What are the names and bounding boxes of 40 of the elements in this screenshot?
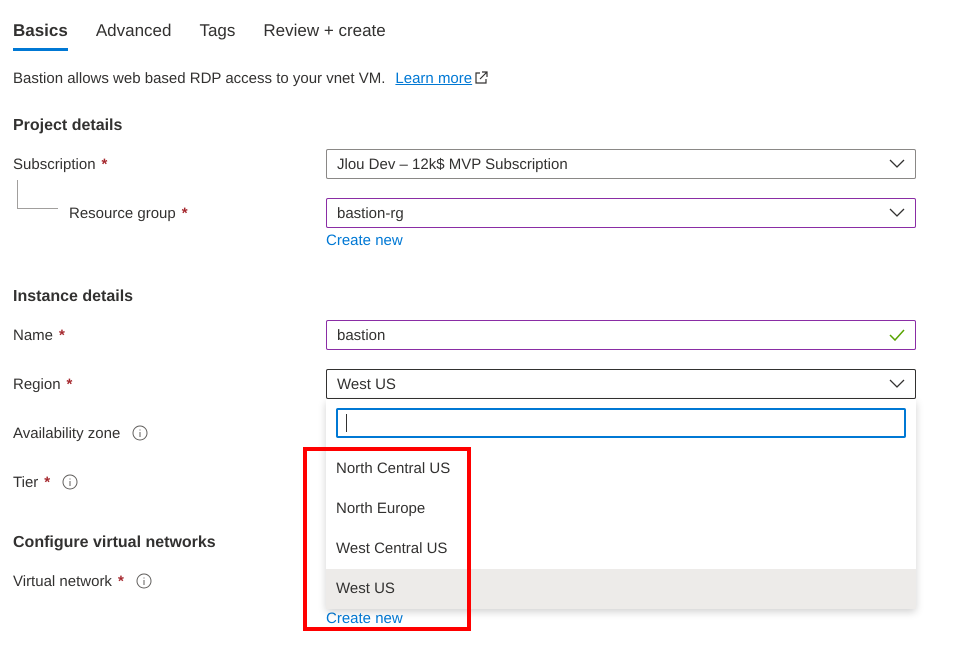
intro-text: Bastion allows web based RDP access to your vnet VM. — [13, 70, 386, 86]
info-icon[interactable] — [136, 573, 152, 589]
required-mark: * — [118, 572, 124, 590]
create-new-link[interactable]: Create new — [326, 609, 916, 629]
field-label: Virtual network — [13, 572, 112, 590]
dropdown-field[interactable]: bastion-rg — [326, 198, 916, 228]
external-link-icon — [474, 71, 488, 85]
tab[interactable]: Tags — [199, 20, 236, 51]
field-label: Region — [13, 376, 61, 392]
required-mark: * — [102, 156, 108, 172]
chevron-down-icon — [889, 159, 905, 169]
tab[interactable]: Review + create — [263, 20, 386, 51]
section-heading: Project details — [13, 116, 122, 136]
field-label: Availability zone — [13, 424, 120, 442]
learn-more-link[interactable]: Learn more — [395, 70, 472, 86]
info-icon[interactable] — [132, 425, 148, 441]
required-mark: * — [44, 474, 50, 490]
tab[interactable]: Basics — [13, 20, 68, 51]
dropdown-field[interactable]: Jlou Dev – 12k$ MVP Subscription — [326, 149, 916, 179]
dropdown-option[interactable]: West US — [326, 569, 916, 609]
dropdown-option[interactable]: North Central US — [326, 449, 916, 489]
required-mark: * — [182, 204, 188, 222]
text-field[interactable]: bastion — [326, 320, 916, 350]
info-icon[interactable] — [62, 474, 78, 490]
section-heading: Configure virtual networks — [13, 533, 216, 553]
required-mark: * — [59, 326, 65, 344]
section-heading: Instance details — [13, 287, 134, 307]
required-mark: * — [66, 376, 72, 392]
create-new-link[interactable]: Create new — [326, 231, 916, 251]
field-label: Name — [13, 326, 54, 344]
dropdown-option[interactable]: West Central US — [326, 529, 916, 569]
field-label: Tier — [13, 474, 38, 490]
search-field[interactable] — [336, 408, 906, 438]
tab[interactable]: Advanced — [96, 20, 172, 51]
chevron-down-icon — [889, 208, 905, 218]
chevron-down-icon — [889, 379, 905, 389]
field-label: Subscription — [13, 156, 96, 172]
dropdown-field[interactable]: West US — [326, 369, 916, 399]
field-label: Resource group — [69, 204, 176, 222]
dropdown-option[interactable]: North Europe — [326, 489, 916, 529]
